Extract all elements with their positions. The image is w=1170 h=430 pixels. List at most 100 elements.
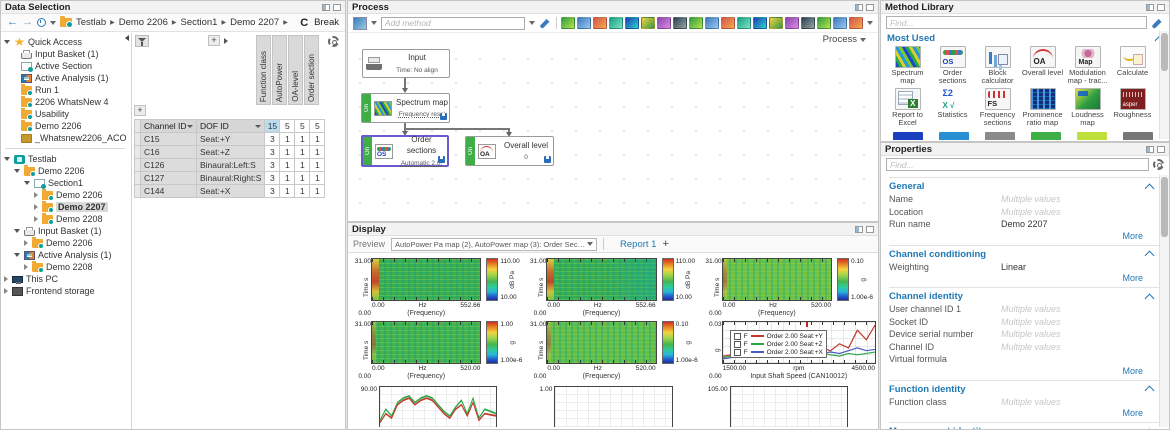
property-value[interactable]: Multiple values bbox=[1001, 304, 1061, 314]
method-item-calculate[interactable]: Calculate bbox=[1110, 46, 1155, 86]
count-cell[interactable]: 1 bbox=[294, 145, 311, 159]
quick-access-item[interactable]: Usability bbox=[1, 108, 131, 120]
maximize-icon[interactable] bbox=[866, 3, 874, 11]
count-cell[interactable]: 1 bbox=[279, 158, 296, 172]
key-cell[interactable]: C16 bbox=[140, 145, 197, 159]
forward-button[interactable]: → bbox=[22, 17, 33, 28]
display-plot-order-cuts[interactable]: 0.03 g 0.00 F Order 2.00 Seat:+Y F Order 2.00 … bbox=[701, 317, 876, 380]
display-plot-spectrogram[interactable]: 31.00 Time s 0.00 0.00 Hz 520.00 (Frequency) 0.… bbox=[701, 254, 876, 317]
expand-arrow-icon[interactable] bbox=[24, 240, 28, 246]
maximize-icon[interactable] bbox=[866, 225, 874, 233]
properties-gear-icon[interactable] bbox=[1153, 159, 1164, 170]
quick-access-item[interactable]: Input Basket (1) bbox=[1, 48, 131, 60]
project-tree-item[interactable]: Demo 2208 bbox=[1, 213, 131, 225]
method-item-block-calculator[interactable]: Block calculator bbox=[975, 46, 1020, 86]
spectrogram-plot-area[interactable] bbox=[546, 258, 657, 301]
breadcrumb-item[interactable]: Testlab bbox=[76, 17, 106, 28]
save-result-icon[interactable] bbox=[438, 156, 445, 163]
process-view-dropdown-icon[interactable] bbox=[370, 21, 377, 25]
table-row[interactable]: C126 Binaural:Left:S 3 1 1 1 bbox=[134, 158, 326, 172]
spectrogram-plot-area[interactable] bbox=[371, 258, 482, 301]
process-selector-dropdown-icon[interactable] bbox=[860, 37, 866, 42]
key-cell[interactable]: Seat:+Z bbox=[195, 145, 266, 159]
count-cell[interactable]: 1 bbox=[294, 184, 311, 198]
table-settings-gear-icon[interactable] bbox=[328, 36, 339, 47]
quick-access-item[interactable]: Active Analysis (1) bbox=[1, 72, 131, 84]
dock-icon[interactable] bbox=[1146, 145, 1154, 153]
process-toolbar-method-icon[interactable] bbox=[737, 17, 751, 29]
display-plot-spectrogram[interactable]: 31.00 Time s 0.00 0.00 Hz 552.66 (Frequency) 11… bbox=[525, 254, 700, 317]
method-item-frequency-sections[interactable]: Frequency sections bbox=[975, 88, 1020, 128]
node-overall-level[interactable]: On Overall level 0 bbox=[465, 136, 554, 166]
back-button[interactable]: ← bbox=[7, 17, 18, 28]
method-item-prominence-ratio[interactable]: Prominence ratio map bbox=[1020, 88, 1065, 128]
save-result-icon[interactable] bbox=[544, 156, 551, 163]
maximize-icon[interactable] bbox=[1157, 145, 1165, 153]
count-cell[interactable]: 1 bbox=[279, 132, 296, 146]
property-section-header[interactable]: Measurement identity bbox=[889, 425, 1159, 429]
count-cell[interactable]: 1 bbox=[279, 145, 296, 159]
property-section-header[interactable]: Channel identity bbox=[889, 290, 1159, 303]
process-toolbar-method-icon[interactable] bbox=[785, 17, 799, 29]
expand-arrow-icon[interactable] bbox=[4, 157, 10, 161]
more-link[interactable]: More bbox=[889, 408, 1159, 420]
process-toolbar-method-icon[interactable] bbox=[769, 17, 783, 29]
process-toolbar-method-icon[interactable] bbox=[577, 17, 591, 29]
project-tree-item[interactable]: Demo 2206 bbox=[1, 237, 131, 249]
count-cell[interactable]: 1 bbox=[309, 171, 326, 185]
quick-access-item[interactable]: _Whatsnew2206_ACO bbox=[1, 132, 131, 144]
process-toolbar-method-icon[interactable] bbox=[801, 17, 815, 29]
scrollbar-thumb[interactable] bbox=[1161, 177, 1168, 237]
key-cell[interactable]: C126 bbox=[140, 158, 197, 172]
table-row[interactable]: C144 Seat:+X 3 1 1 1 bbox=[134, 184, 326, 198]
expand-headers-icon[interactable] bbox=[224, 38, 228, 44]
process-toolbar-method-icon[interactable] bbox=[689, 17, 703, 29]
process-toolbar-method-icon[interactable] bbox=[625, 17, 639, 29]
method-item-modulation-map[interactable]: Modulation map - trac... bbox=[1065, 46, 1110, 86]
key-cell[interactable]: Binaural:Right:S bbox=[195, 171, 266, 185]
display-plot-partial[interactable]: 90.00 bbox=[350, 380, 525, 427]
method-search-input[interactable] bbox=[886, 16, 1147, 29]
expand-arrow-icon[interactable] bbox=[4, 288, 8, 294]
maximize-icon[interactable] bbox=[1157, 3, 1165, 11]
dock-icon[interactable] bbox=[1146, 3, 1154, 11]
property-value[interactable]: Multiple values bbox=[1001, 317, 1061, 327]
process-canvas[interactable]: Input Time: No align On Spectrum map Fre… bbox=[348, 47, 878, 221]
quick-access-item[interactable]: Run 1 bbox=[1, 84, 131, 96]
count-cell[interactable]: 3 bbox=[264, 145, 281, 159]
column-header[interactable]: DOF ID bbox=[195, 119, 266, 133]
process-toolbar-method-icon[interactable] bbox=[657, 17, 671, 29]
dock-icon[interactable] bbox=[322, 3, 330, 11]
count-cell[interactable]: 3 bbox=[264, 184, 281, 198]
spectrogram-plot-area[interactable] bbox=[721, 258, 832, 301]
dock-icon[interactable] bbox=[855, 3, 863, 11]
property-value[interactable]: Demo 2207 bbox=[1001, 219, 1048, 229]
key-cell[interactable]: Seat:+X bbox=[195, 184, 266, 198]
method-item-overall-level[interactable]: Overall level bbox=[1020, 46, 1065, 86]
count-cell[interactable]: 1 bbox=[309, 184, 326, 198]
maximize-icon[interactable] bbox=[333, 3, 341, 11]
wrench-settings-icon[interactable] bbox=[539, 17, 552, 29]
expand-arrow-icon[interactable] bbox=[24, 264, 28, 270]
property-value[interactable]: Multiple values bbox=[1001, 207, 1061, 217]
display-plot-spectrogram[interactable]: 31.00 Time s 0.00 0.00 Hz 520.00 (Frequency) 1.… bbox=[350, 317, 525, 380]
node-on-toggle[interactable]: On bbox=[466, 137, 475, 165]
count-cell[interactable]: 1 bbox=[309, 158, 326, 172]
spectrogram-plot-area[interactable] bbox=[546, 321, 657, 364]
scrollbar-thumb[interactable] bbox=[1161, 33, 1168, 71]
process-toolbar-method-icon[interactable] bbox=[705, 17, 719, 29]
filter-icon[interactable] bbox=[135, 35, 149, 47]
node-input[interactable]: Input Time: No align bbox=[362, 49, 450, 78]
expand-arrow-icon[interactable] bbox=[14, 169, 20, 173]
display-plot-spectrogram[interactable]: 31.00 Time s 0.00 0.00 Hz 520.00 (Frequency) 0.… bbox=[525, 317, 700, 380]
project-tree-item[interactable]: Demo 2206 bbox=[1, 165, 131, 177]
dock-icon[interactable] bbox=[855, 225, 863, 233]
property-value[interactable]: Multiple values bbox=[1001, 397, 1061, 407]
project-tree-item[interactable]: Frontend storage bbox=[1, 285, 131, 297]
project-tree-item[interactable]: Section1 bbox=[1, 177, 131, 189]
process-toolbar-method-icon[interactable] bbox=[817, 17, 831, 29]
method-icon-partial[interactable] bbox=[1123, 132, 1153, 140]
method-item-spectrum-map[interactable]: Spectrum map bbox=[885, 46, 930, 86]
wrench-settings-icon[interactable] bbox=[1151, 16, 1164, 29]
process-toolbar-method-icon[interactable] bbox=[641, 17, 655, 29]
